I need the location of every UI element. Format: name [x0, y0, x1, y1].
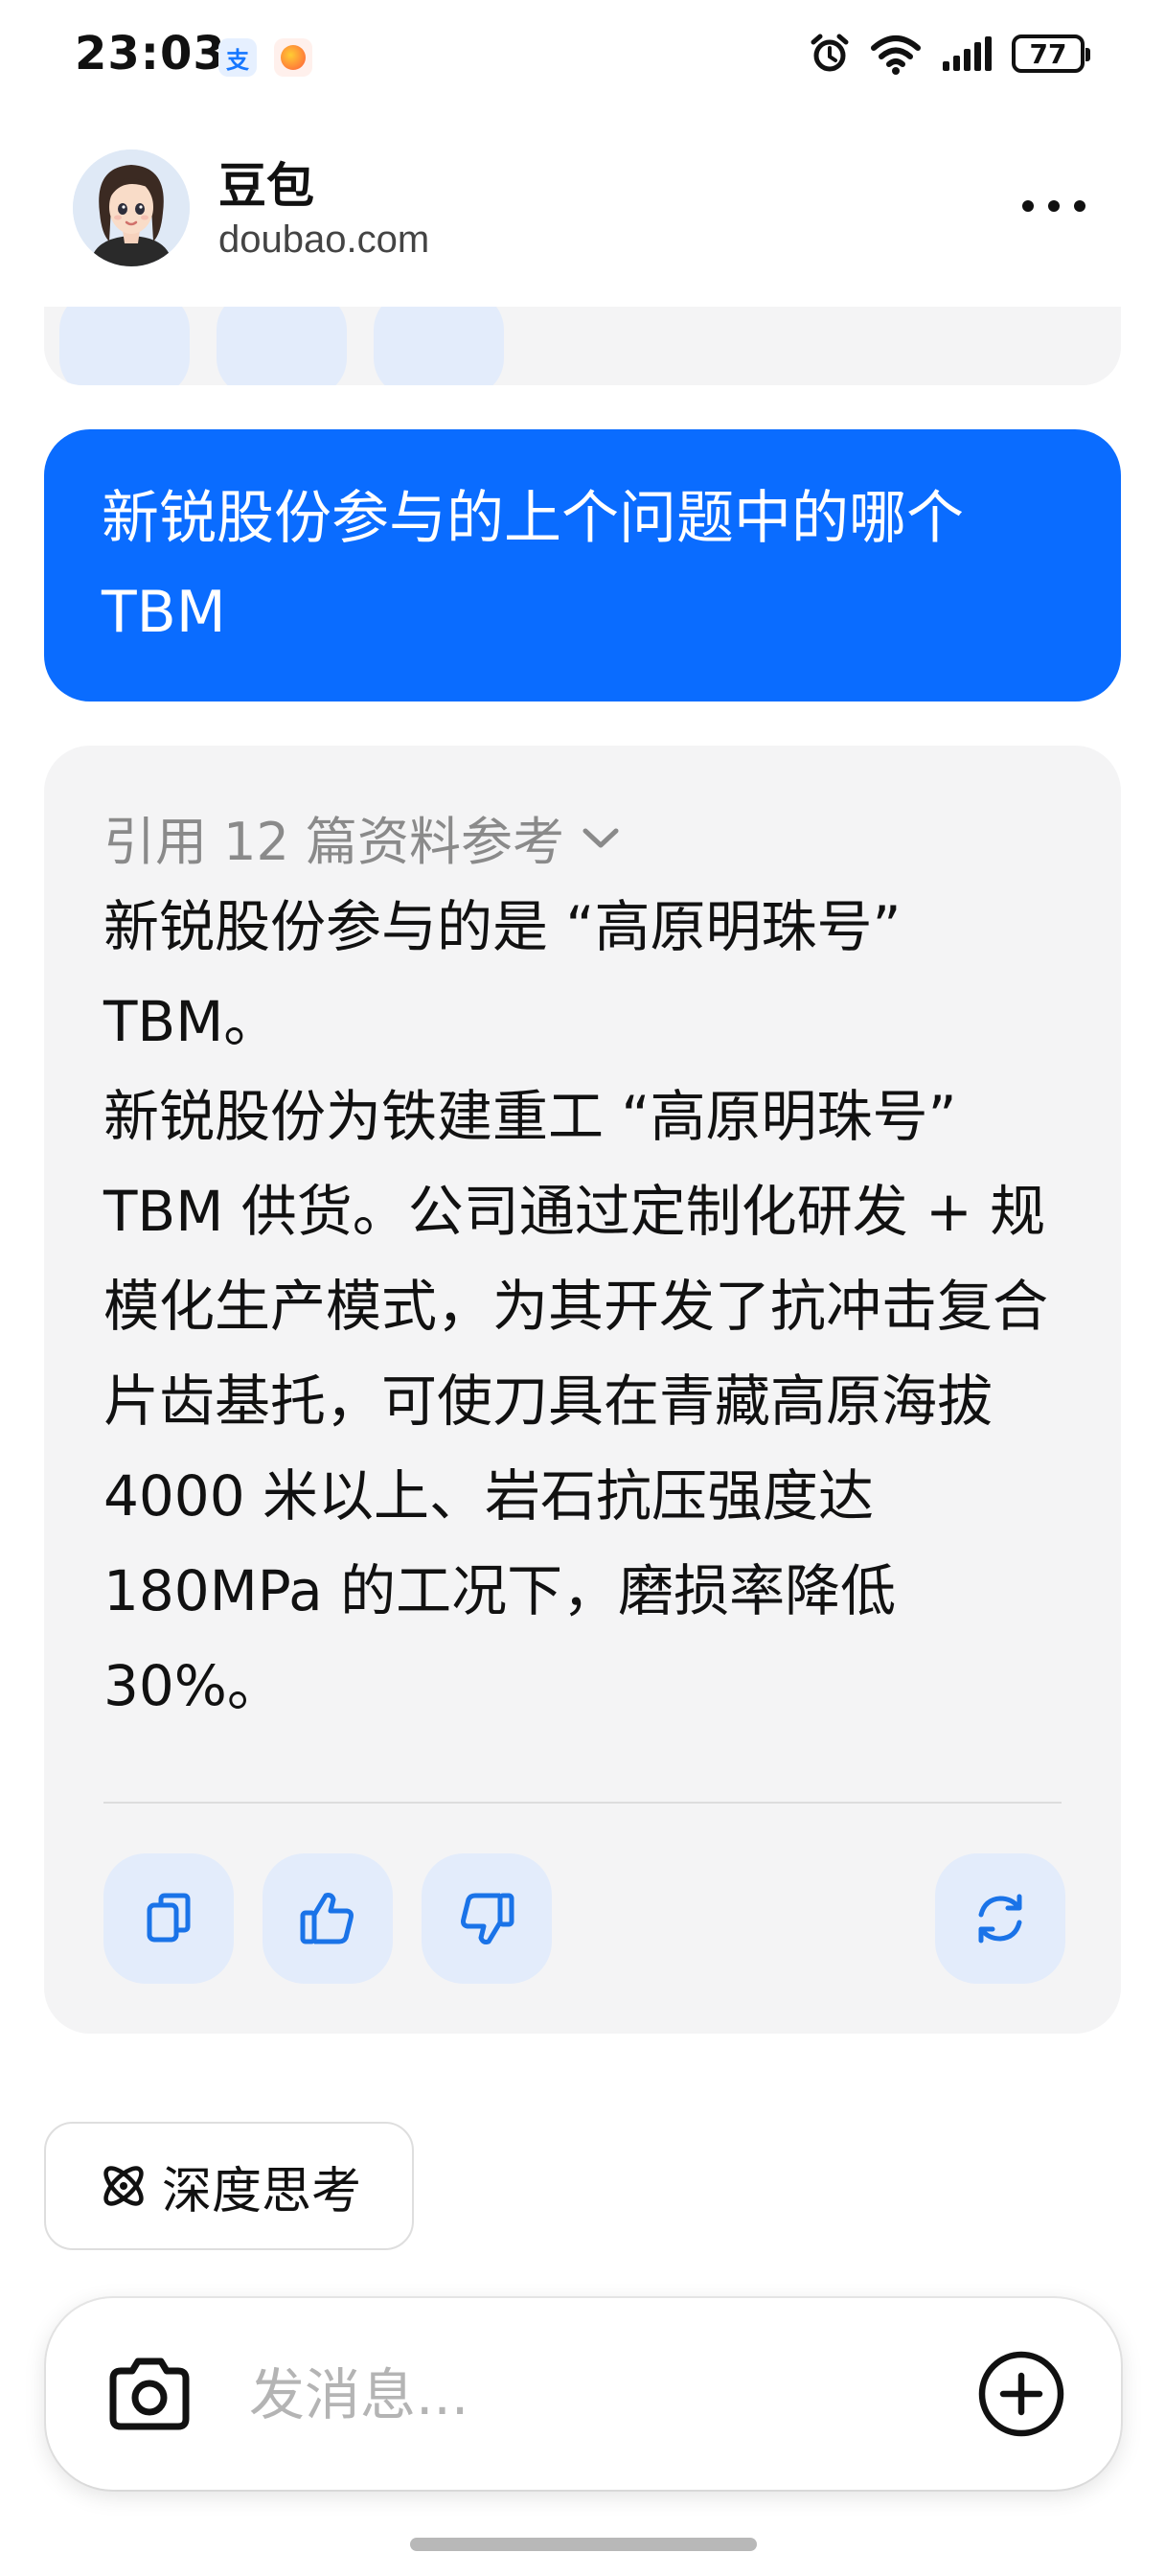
- status-bar: 23:03 支 77: [0, 0, 1165, 115]
- camera-button[interactable]: [102, 2346, 197, 2442]
- answer-text: 新锐股份参与的是 “高原明珠号” TBM。 新锐股份为铁建重工 “高原明珠号” …: [103, 880, 1081, 1734]
- status-indicators: 77: [809, 33, 1090, 75]
- bot-name: 豆包: [218, 158, 314, 214]
- message-composer: [46, 2298, 1121, 2490]
- home-indicator[interactable]: [410, 2538, 757, 2551]
- user-message-bubble[interactable]: 新锐股份参与的上个问题中的哪个 TBM: [44, 429, 1121, 702]
- like-button[interactable]: [263, 1853, 393, 1984]
- bot-domain: doubao.com: [218, 218, 430, 261]
- signal-icon: [943, 36, 992, 71]
- answer-divider: [103, 1802, 1062, 1804]
- more-button[interactable]: [1016, 182, 1092, 230]
- deep-think-label: 深度思考: [161, 2162, 361, 2220]
- regenerate-button[interactable]: [935, 1853, 1065, 1984]
- dislike-button[interactable]: [422, 1853, 552, 1984]
- thumbs-up-icon: [300, 1893, 354, 1944]
- bot-avatar[interactable]: [73, 150, 190, 266]
- answer-card: 引用 12 篇资料参考 新锐股份参与的是 “高原明珠号” TBM。 新锐股份为铁…: [44, 746, 1121, 2034]
- plus-circle-icon: [978, 2351, 1064, 2437]
- copy-button[interactable]: [103, 1853, 234, 1984]
- atom-icon: [103, 2166, 144, 2206]
- chat-header: 豆包 doubao.com: [0, 134, 1165, 307]
- chevron-down-icon: [582, 828, 619, 847]
- regenerate-icon: [978, 1894, 1022, 1944]
- battery-level: 77: [1029, 37, 1067, 70]
- chat-screen: 23:03 支 77 豆包 doubao.com 新锐股份参与的上个问题中的哪个…: [0, 0, 1165, 2576]
- alipay-icon: 支: [218, 38, 257, 77]
- camera-icon: [109, 2358, 190, 2430]
- references-toggle[interactable]: 引用 12 篇资料参考: [103, 799, 624, 875]
- copy-icon: [147, 1893, 191, 1943]
- avatar-illustration: [73, 150, 190, 266]
- user-message-text: 新锐股份参与的上个问题中的哪个 TBM: [102, 485, 964, 646]
- notification-app-icon: [274, 38, 312, 77]
- deep-think-toggle[interactable]: 深度思考: [44, 2122, 414, 2250]
- references-label: 引用 12 篇资料参考: [103, 812, 565, 872]
- alipay-glyph: 支: [226, 46, 249, 74]
- more-icon: [1022, 200, 1085, 212]
- thumbs-down-icon: [461, 1893, 514, 1944]
- answer-paragraph: 新锐股份为铁建重工 “高原明珠号” TBM 供货。公司通过定制化研发 + 规模化…: [103, 1084, 1049, 1718]
- message-input[interactable]: [247, 2358, 979, 2432]
- alarm-icon: [811, 34, 849, 72]
- wifi-icon: [871, 35, 921, 75]
- answer-paragraph: 新锐股份参与的是 “高原明珠号” TBM。: [103, 894, 902, 1054]
- add-attachment-button[interactable]: [973, 2346, 1069, 2442]
- status-time: 23:03: [75, 27, 226, 80]
- battery-icon: 77: [1012, 34, 1090, 73]
